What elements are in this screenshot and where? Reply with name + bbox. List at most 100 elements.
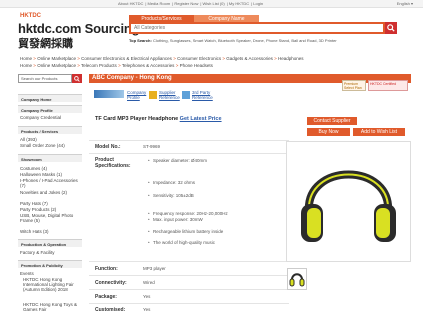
- sidebar-item-factory[interactable]: Factory & Facility: [20, 250, 82, 255]
- sidebar-section-production[interactable]: Production & Operation: [18, 239, 82, 247]
- search-field[interactable]: [129, 22, 385, 34]
- breadcrumb-item[interactable]: Online Marketplace: [37, 63, 76, 68]
- connectivity-value: Wired: [143, 280, 155, 285]
- divider: [89, 261, 289, 262]
- specifications-label: Product Specifications:: [95, 157, 131, 169]
- headphone-icon: [301, 170, 396, 242]
- customised-value: Yes: [143, 307, 151, 312]
- sidebar-item-all[interactable]: All (393): [20, 137, 82, 142]
- supplier-reference-link[interactable]: Supplier Reference: [159, 90, 180, 100]
- breadcrumb-item[interactable]: Home: [20, 63, 32, 68]
- get-latest-price-link[interactable]: Get Latest Price: [180, 116, 222, 122]
- breadcrumb-item[interactable]: Telecom Products: [81, 63, 117, 68]
- divider: [89, 153, 289, 154]
- function-value: MP3 player: [143, 266, 166, 271]
- add-to-wishlist-button[interactable]: Add to Wish List: [353, 128, 405, 136]
- search-button[interactable]: [385, 22, 397, 34]
- topbar-link-register[interactable]: Register Now: [174, 1, 198, 6]
- connectivity-label: Connectivity:: [95, 280, 127, 286]
- sidebar-section-products[interactable]: Products / Services: [18, 126, 82, 134]
- sidebar-section-promotion[interactable]: Promotion & Publicity: [18, 260, 82, 268]
- breadcrumb-item[interactable]: Telephones & Accessories: [122, 63, 175, 68]
- feature-item: Speaker diameter: Ø40mm: [153, 158, 208, 163]
- breadcrumb-item[interactable]: Consumer Electronics & Electrical Applia…: [81, 56, 172, 61]
- hktdc-logo-small[interactable]: HKTDC: [20, 13, 41, 19]
- sidebar-item-toys-fair[interactable]: HKTDC Hong Kong Toys & Games Fair: [23, 302, 81, 312]
- sidebar-section-company-home[interactable]: Company Home: [18, 94, 82, 102]
- bullet: •: [148, 193, 150, 198]
- package-label: Package:: [95, 294, 117, 300]
- feature-item: Impedance: 32 ohms: [153, 180, 196, 185]
- site-logo[interactable]: hktdc.com Sourcing: [18, 21, 140, 36]
- sidebar-item-iphone-accessories[interactable]: I-Phones / I-Pad Accessories (7): [20, 178, 82, 188]
- search-icon: [74, 75, 80, 82]
- sidebar-section-company-profile[interactable]: Company Profile: [18, 105, 82, 113]
- feature-item: The world of high-quality music: [153, 240, 216, 245]
- company-banner: [94, 90, 124, 98]
- contact-supplier-button[interactable]: Contact Supplier: [307, 117, 357, 125]
- headphone-icon: [289, 273, 305, 287]
- feature-item: Max. input power: 30mW: [153, 217, 203, 222]
- breadcrumb-item[interactable]: Home: [20, 56, 32, 61]
- product-title-text: TF Card MP3 Player Headphone: [95, 116, 179, 122]
- site-logo-cn: 貿發網採購: [18, 38, 73, 50]
- sidebar-search-input[interactable]: Search our Products: [18, 74, 72, 83]
- sidebar-item-witch-hats[interactable]: Witch Hats (3): [20, 229, 82, 234]
- product-thumbnail[interactable]: [287, 268, 307, 290]
- top-bar: About HKTDC | Media Room | Register Now | W…: [0, 0, 423, 8]
- topbar-link-wishlist[interactable]: Wish List (0): [203, 1, 225, 6]
- topbar-link-myhktdc[interactable]: My HKTDC: [229, 1, 249, 6]
- sidebar-item-usb[interactable]: USB, Mouse, Digital Photo Frame (5): [20, 213, 82, 223]
- top-search-items[interactable]: Clothing, Sunglasses, Smart Watch, Bluet…: [153, 38, 337, 43]
- search-tabs: Products/Services Company Name: [129, 15, 259, 22]
- model-value: ST-9969: [143, 144, 161, 149]
- third-party-reference-link[interactable]: 3rd Party Reference: [192, 90, 218, 100]
- function-label: Function:: [95, 266, 118, 272]
- top-search-label: Top Search:: [129, 38, 152, 43]
- divider: [89, 275, 289, 276]
- company-profile-link[interactable]: Company Profile: [127, 90, 147, 100]
- product-image[interactable]: [286, 141, 411, 262]
- verified-badge: HKTDC Certified: [368, 80, 408, 91]
- divider: [89, 140, 289, 141]
- topbar-link-login[interactable]: Login: [253, 1, 263, 6]
- divider: [89, 303, 289, 304]
- tab-products[interactable]: Products/Services: [129, 15, 194, 22]
- divider: [89, 289, 289, 290]
- sidebar-item-small-order[interactable]: Small Order Zone (44): [20, 143, 82, 148]
- breadcrumb-item[interactable]: Headphones: [278, 56, 304, 61]
- breadcrumb-item[interactable]: Gadgets & Accessories: [226, 56, 273, 61]
- breadcrumb: Home > Online Marketplace > Telecom Prod…: [20, 63, 213, 68]
- tab-company-name[interactable]: Company Name: [194, 15, 259, 22]
- search-input[interactable]: [131, 24, 383, 32]
- sidebar-item-party-products[interactable]: Party Products (2): [20, 207, 82, 212]
- sidebar-item-events[interactable]: Events: [20, 271, 82, 276]
- buy-now-button[interactable]: Buy Now: [307, 128, 350, 136]
- model-label: Model No.:: [95, 144, 121, 150]
- sidebar-item-party-hats[interactable]: Party Hats (7): [20, 201, 82, 206]
- product-title: TF Card MP3 Player Headphone Get Latest …: [95, 116, 222, 122]
- breadcrumb: Home > Online Marketplace > Consumer Ele…: [20, 56, 304, 61]
- sidebar-item-company-credential[interactable]: Company Credential: [20, 115, 82, 120]
- bullet: •: [148, 229, 150, 234]
- sidebar-item-novelties[interactable]: Novelties and Jokes (2): [20, 190, 82, 195]
- topbar-link-about[interactable]: About HKTDC: [118, 1, 143, 6]
- sidebar-item-costumes[interactable]: Costumes (4): [20, 166, 82, 171]
- bullet: •: [148, 240, 150, 245]
- breadcrumb-item[interactable]: Phone Headsets: [180, 63, 213, 68]
- feature-item: Sensitivity: 105±2dB: [153, 193, 194, 198]
- sidebar-search-button[interactable]: [72, 74, 82, 83]
- sidebar-item-lighting-fair[interactable]: HKTDC Hong Kong International Lighting F…: [23, 277, 81, 293]
- package-value: Yes: [143, 294, 151, 299]
- bullet: •: [148, 158, 150, 163]
- breadcrumb-item[interactable]: Online Marketplace: [37, 56, 76, 61]
- language-selector[interactable]: English ▾: [397, 1, 413, 6]
- breadcrumb-item[interactable]: Consumer Electronics: [177, 56, 221, 61]
- reference-icon: [149, 91, 157, 99]
- bullet: •: [148, 180, 150, 185]
- sidebar-item-halloween-masks[interactable]: Halloween Masks (1): [20, 172, 82, 177]
- search-icon: [387, 24, 395, 32]
- topbar-link-media[interactable]: Media Room: [148, 1, 171, 6]
- sidebar-section-showroom[interactable]: Showroom: [18, 154, 82, 162]
- premium-badge: Premium Select Plan: [342, 80, 366, 91]
